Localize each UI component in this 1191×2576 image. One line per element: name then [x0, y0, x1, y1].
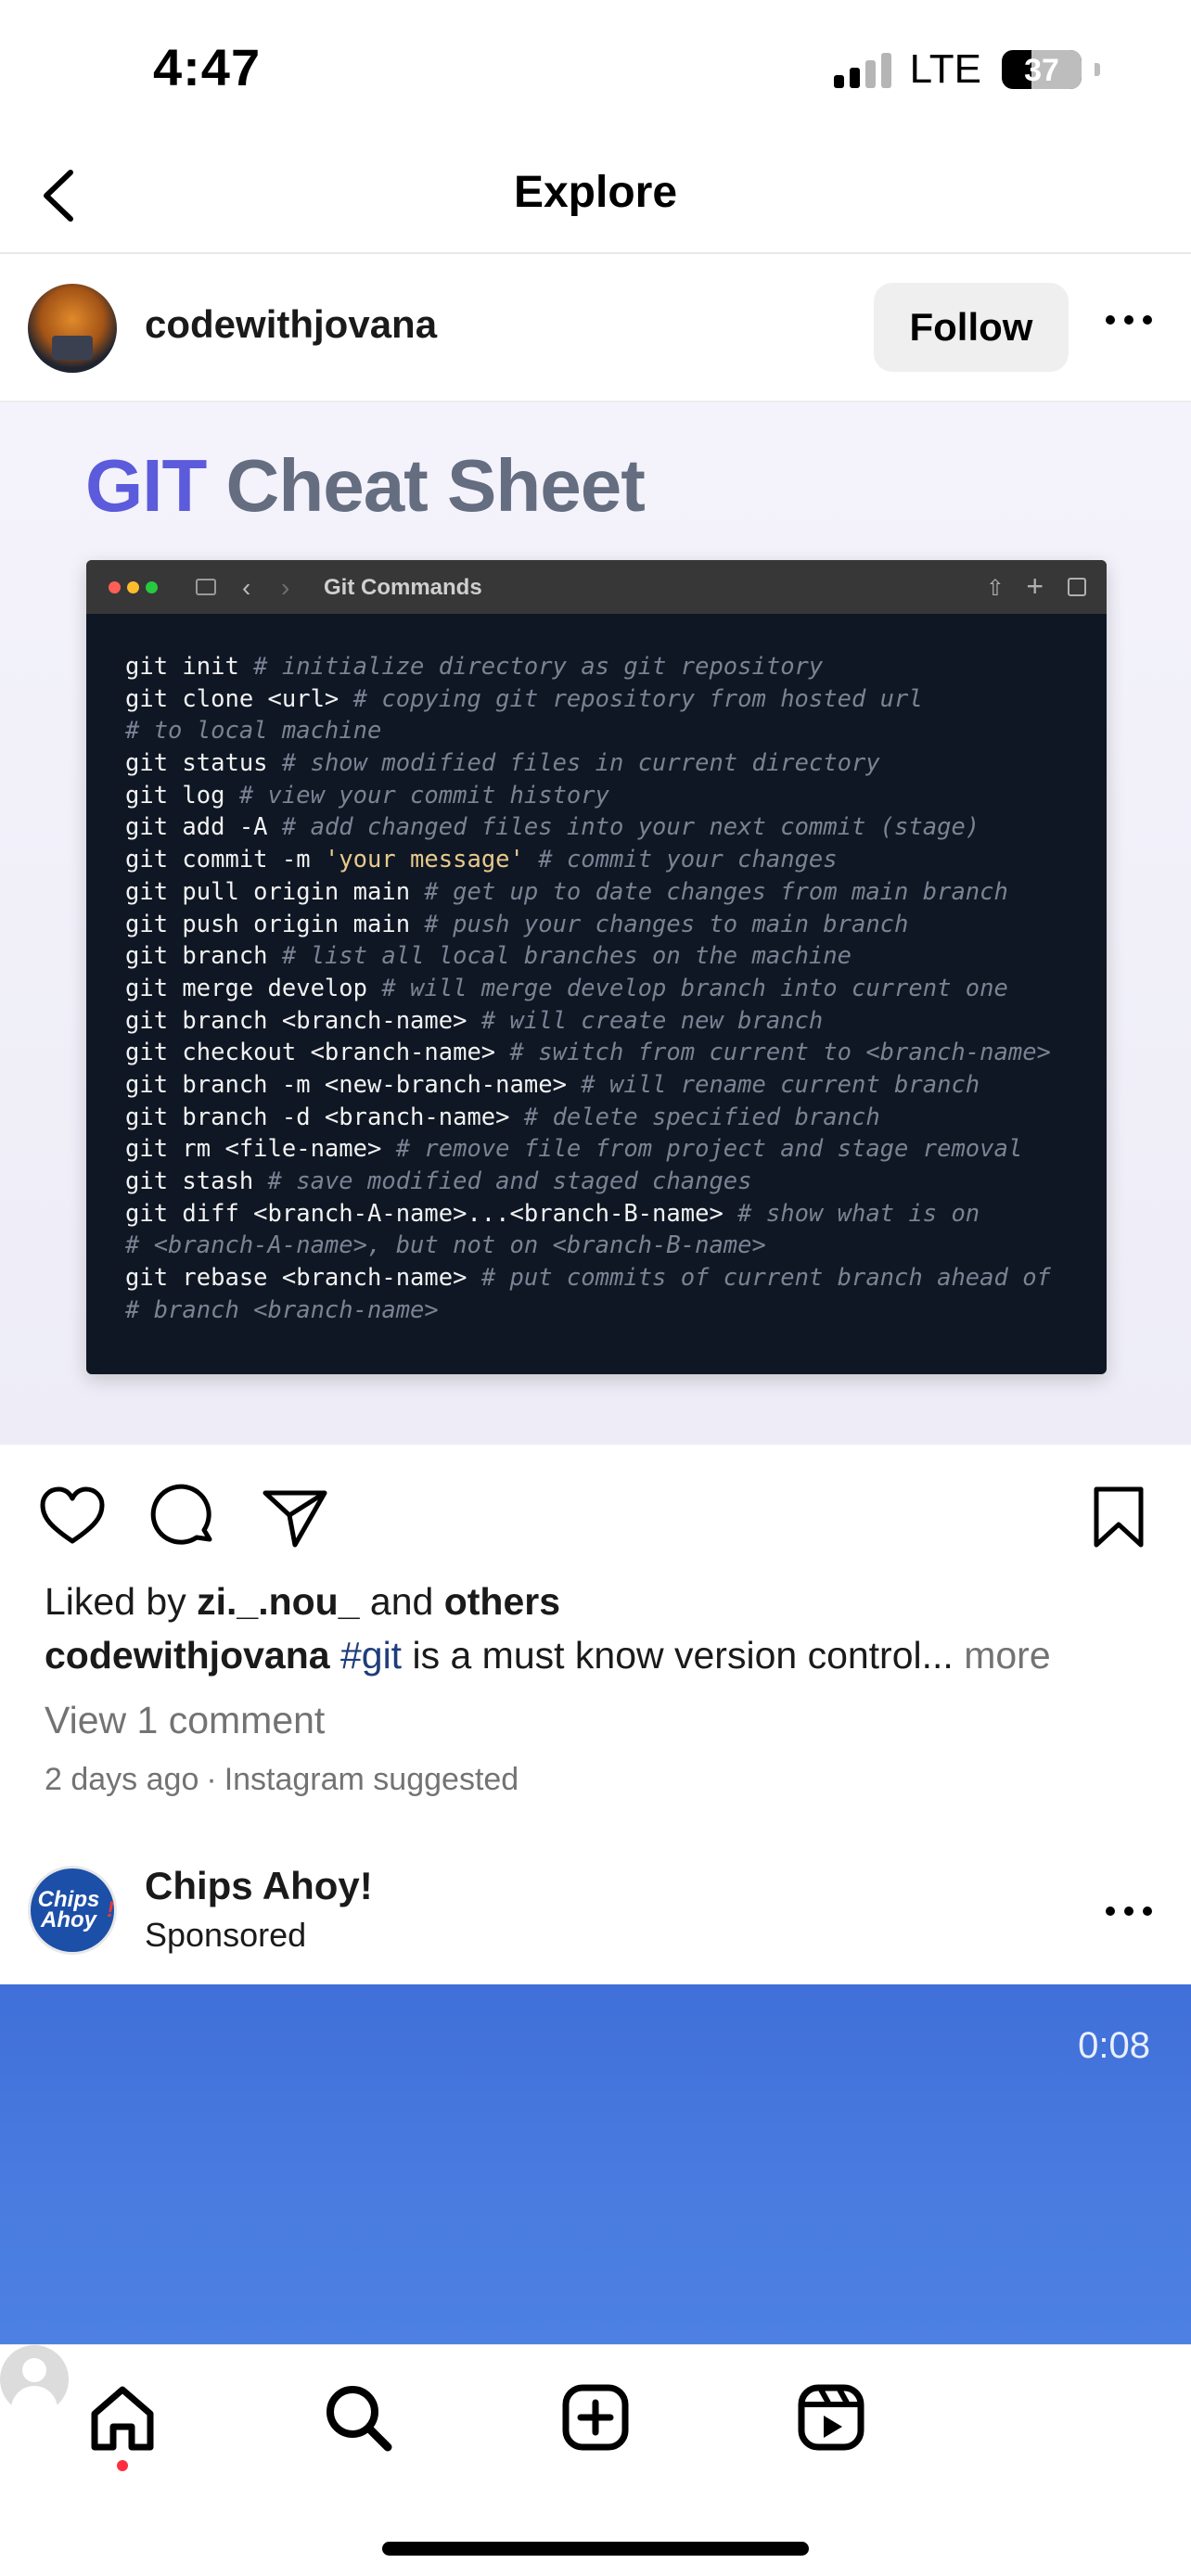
- chevron-left-icon: ‹: [242, 573, 251, 602]
- follow-button[interactable]: Follow: [874, 283, 1069, 372]
- caption-username[interactable]: codewithjovana: [45, 1634, 330, 1677]
- likes-text[interactable]: Liked by zi._.nou_ and others: [45, 1580, 560, 1624]
- sponsor-name[interactable]: Chips Ahoy!: [145, 1864, 373, 1908]
- code-line: git add -A # add changed files into your…: [125, 813, 980, 842]
- share-icon: ⇧: [985, 576, 1005, 601]
- terminal-title: Git Commands: [324, 575, 482, 600]
- code-line: git clone <url> # copying git repository…: [125, 684, 923, 713]
- sponsored-video[interactable]: 0:08: [0, 1984, 1191, 2344]
- avatar[interactable]: [28, 284, 117, 373]
- code-line: git branch <branch-name> # will create n…: [125, 1006, 824, 1035]
- code-line: git checkout <branch-name> # switch from…: [125, 1039, 1051, 1067]
- post-header: codewithjovana Follow: [0, 254, 1191, 402]
- nav-header: Explore: [0, 139, 1191, 254]
- terminal-window: ‹ › Git Commands ⇧ + git init # initiali…: [86, 560, 1107, 1374]
- home-indicator: [382, 2542, 809, 2556]
- chevron-right-icon: ›: [281, 573, 290, 602]
- code-line: git push origin main # push your changes…: [125, 910, 909, 938]
- home-icon[interactable]: [85, 2380, 160, 2455]
- code-line: git rm <file-name> # remove file from pr…: [125, 1135, 1023, 1164]
- plus-icon: +: [1026, 569, 1044, 603]
- code-line: git branch # list all local branches on …: [125, 942, 852, 971]
- zoom-dot-icon: [146, 581, 158, 593]
- code-line: git log # view your commit history: [125, 781, 609, 810]
- code-line: git merge develop # will merge develop b…: [125, 974, 1008, 1002]
- sponsored-header: Chips Ahoy! Chips Ahoy! Sponsored: [0, 1845, 1191, 1984]
- more-options-icon[interactable]: [1106, 315, 1152, 325]
- code-line: git commit -m 'your message' # commit yo…: [125, 846, 838, 874]
- comment-icon[interactable]: [148, 1482, 219, 1552]
- search-icon[interactable]: [321, 2380, 395, 2455]
- minimize-dot-icon: [127, 581, 139, 593]
- profile-avatar[interactable]: [0, 2345, 69, 2423]
- post-username[interactable]: codewithjovana: [145, 302, 437, 347]
- bookmark-icon[interactable]: [1083, 1482, 1154, 1552]
- notification-dot: [117, 2460, 128, 2471]
- sidebar-icon: [196, 579, 216, 595]
- image-title: GIT Cheat Sheet: [85, 444, 646, 527]
- battery-tip: [1095, 63, 1100, 76]
- code-line: git status # show modified files in curr…: [125, 749, 880, 778]
- code-line: # <branch-A-name>, but not on <branch-B-…: [125, 1231, 766, 1260]
- code-line: git branch -m <new-branch-name> # will r…: [125, 1070, 980, 1099]
- tabs-icon: [1068, 578, 1086, 596]
- more-options-icon[interactable]: [1106, 1906, 1152, 1916]
- heart-icon[interactable]: [37, 1482, 108, 1552]
- caption: codewithjovana #git is a must know versi…: [45, 1634, 1051, 1677]
- code-line: # branch <branch-name>: [125, 1295, 439, 1324]
- reels-icon[interactable]: [794, 2380, 868, 2455]
- battery-level: 37: [1024, 53, 1059, 88]
- close-dot-icon: [109, 581, 121, 593]
- hashtag-link[interactable]: #git: [340, 1634, 402, 1677]
- code-line: git pull origin main # get up to date ch…: [125, 877, 1008, 906]
- sponsored-label: Sponsored: [145, 1916, 307, 1954]
- create-icon[interactable]: [558, 2380, 633, 2455]
- battery-icon: 37: [1002, 50, 1082, 89]
- tab-bar: [0, 2344, 1191, 2576]
- terminal-titlebar: ‹ › Git Commands ⇧ +: [86, 560, 1107, 614]
- post-image[interactable]: GIT Cheat Sheet ‹ › Git Commands ⇧ + git…: [0, 402, 1191, 1445]
- status-indicators: LTE 37: [833, 46, 1100, 93]
- status-time: 4:47: [153, 38, 262, 96]
- page-title: Explore: [513, 168, 678, 217]
- code-line: git branch -d <branch-name> # delete spe…: [125, 1103, 880, 1131]
- code-line: git diff <branch-A-name>...<branch-B-nam…: [125, 1199, 980, 1228]
- view-comments-link[interactable]: View 1 comment: [45, 1699, 325, 1742]
- code-line: # to local machine: [125, 717, 382, 746]
- code-block: git init # initialize directory as git r…: [125, 651, 1051, 1326]
- code-line: git stash # save modified and staged cha…: [125, 1167, 752, 1195]
- share-icon[interactable]: [260, 1482, 330, 1552]
- post-actions: [0, 1445, 1191, 1580]
- video-timer: 0:08: [1078, 2025, 1150, 2066]
- signal-icon: [833, 51, 891, 88]
- post-meta: 2 days ago · Instagram suggested: [45, 1762, 519, 1797]
- network-type: LTE: [909, 46, 981, 92]
- code-line: git rebase <branch-name> # put commits o…: [125, 1264, 1051, 1293]
- code-line: git init # initialize directory as git r…: [125, 653, 824, 681]
- more-link[interactable]: more: [964, 1634, 1050, 1677]
- sponsor-avatar[interactable]: Chips Ahoy!: [28, 1866, 117, 1955]
- status-bar: 4:47 LTE 37: [0, 0, 1191, 139]
